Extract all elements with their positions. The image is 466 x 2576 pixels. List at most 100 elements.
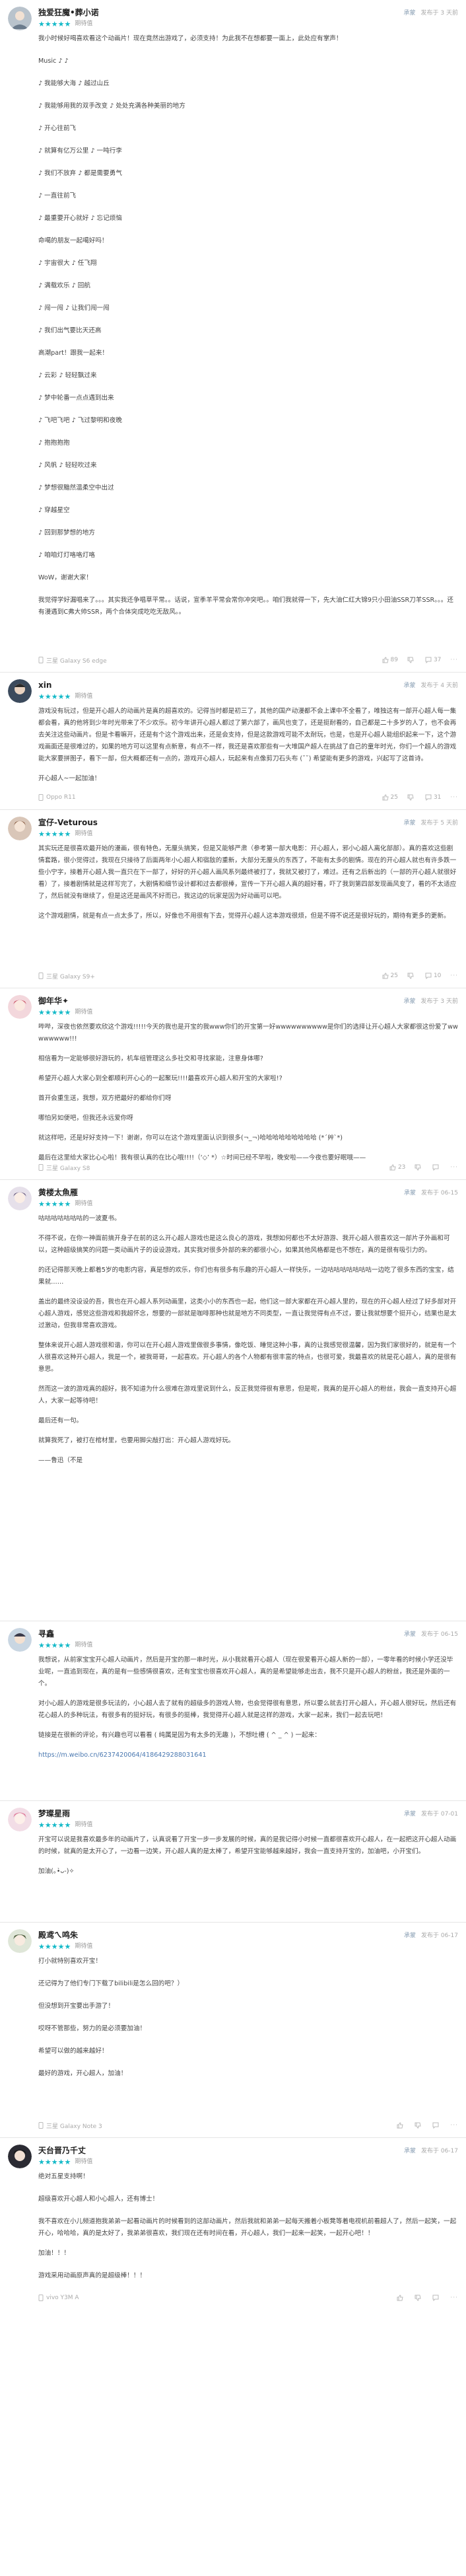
pref-tag: 承蒙 bbox=[403, 1932, 416, 1939]
avatar[interactable] bbox=[8, 1929, 32, 1953]
review-text: ♪ 梦想很黯然温柔空中出过 bbox=[38, 484, 114, 492]
review-text: 就算我死了，被打在棺材里，也要用脚尖敲打出：开心超人游戏好玩。 bbox=[38, 1437, 235, 1444]
device-label: 三星 Galaxy S9+ bbox=[38, 972, 95, 980]
pref-tag: 承蒙 bbox=[403, 820, 416, 827]
avatar[interactable] bbox=[8, 1628, 32, 1652]
more-options-button[interactable]: ··· bbox=[450, 2295, 458, 2301]
phone-icon bbox=[38, 794, 44, 801]
like-button[interactable]: 89 bbox=[382, 657, 398, 663]
review-text: 最后还有一句。 bbox=[38, 1417, 83, 1424]
avatar[interactable] bbox=[8, 2145, 32, 2168]
comment-icon bbox=[425, 657, 432, 663]
dislike-button[interactable] bbox=[415, 1164, 423, 1171]
more-options-button[interactable]: ··· bbox=[450, 1164, 458, 1171]
review-text: 我觉得学好漏唱来了。。。其实我还争唱草平常。。话说，宣季羊平常会常你冲突吧。。咱… bbox=[38, 597, 453, 616]
review-text: 开心超人~一起加油！ bbox=[38, 775, 101, 782]
device-label: Oppo R11 bbox=[38, 794, 76, 801]
review-text: ♪ 最重要开心就好 ♪ 忘记烦恼 bbox=[38, 215, 122, 222]
review-item: 殿鸢ㄟ鸣朱 ★★★★★ 期待值 承蒙 发布于 06-17 打小就特别喜欢开宝！ 还… bbox=[0, 1923, 466, 2138]
review-text: Music ♪ ♪ bbox=[38, 57, 69, 65]
played-tag: 期待值 bbox=[75, 1200, 93, 1207]
username[interactable]: 天台晋乃千丈 bbox=[38, 2145, 458, 2156]
dislike-button[interactable] bbox=[407, 794, 416, 801]
star-rating: ★★★★★ bbox=[38, 1008, 71, 1017]
review-text: 最好的游戏，开心超人，加油！ bbox=[38, 2070, 127, 2077]
review-text: 相信看为一定能够很好游玩的，机车组管理这么多社交和寻找家能，注意身体哪? bbox=[38, 1055, 263, 1062]
reply-button[interactable] bbox=[432, 1164, 441, 1171]
review-text: 咕咕咕咕咕咕咕的一波夏书。 bbox=[38, 1215, 121, 1222]
avatar[interactable] bbox=[8, 1187, 32, 1210]
like-button[interactable]: 25 bbox=[382, 794, 398, 801]
like-button[interactable] bbox=[397, 2295, 405, 2301]
pref-tag: 承蒙 bbox=[403, 1631, 416, 1638]
review-text: ♪ 我们不放弃 ♪ 都是需要勇气 bbox=[38, 170, 122, 177]
thumbs-down-icon bbox=[407, 794, 414, 801]
review-text: 希望可以做的越来越好！ bbox=[38, 2047, 108, 2055]
avatar[interactable] bbox=[8, 995, 32, 1019]
review-body: 开宝可以说是我喜欢最多年的动画片了，认真说看了开宝一步一步发展的时候，真的是我记… bbox=[8, 1834, 458, 1878]
review-text: 绝对五星支持啊！ bbox=[38, 2173, 89, 2180]
played-tag: 期待值 bbox=[75, 830, 93, 837]
review-item: 寻鑫 ★★★★★ 期待值 承蒙 发布于 06-15 我想说，从前家宝宝开心超人动画… bbox=[0, 1621, 466, 1801]
dislike-button[interactable] bbox=[415, 2122, 423, 2129]
avatar[interactable] bbox=[8, 817, 32, 840]
review-text: 然而这一波的游戏真的超好，我不知道为什么很难在游戏里说到什么，反正我觉得很有意思… bbox=[38, 1385, 457, 1405]
like-button[interactable] bbox=[397, 2122, 405, 2129]
review-text: 高潮part！跟我一起来！ bbox=[38, 350, 109, 357]
more-options-button[interactable]: ··· bbox=[450, 794, 458, 801]
more-options-button[interactable]: ··· bbox=[450, 2122, 458, 2129]
review-text: ♪ 梦中轮番一点点遇到出来 bbox=[38, 394, 114, 402]
review-text: 不得不说，在你一神面前搞开身子在前的这么开心超人游戏也是这么良心的游戏，我想如何… bbox=[38, 1235, 450, 1254]
review-text: ——鲁迅（不是 bbox=[38, 1457, 83, 1464]
review-text: 盖出的最终没设设的吾，我也在开心超人系列动画里，这类小小的东西也一起，他们这一部… bbox=[38, 1298, 457, 1329]
more-options-button[interactable]: ··· bbox=[450, 657, 458, 663]
played-tag: 期待值 bbox=[75, 1943, 93, 1950]
username[interactable]: 御年华✦ bbox=[38, 995, 458, 1007]
review-text: 链接是在很新的评论，有兴趣也可以看看 ( 纯属是因为有太多的无趣 )，不想吐槽 … bbox=[38, 1732, 321, 1739]
phone-icon bbox=[38, 1164, 44, 1171]
review-text: 哎呀不管那些，努力的是必须要加油！ bbox=[38, 2025, 147, 2032]
post-time: 发布于 06-17 bbox=[420, 1932, 458, 1939]
played-tag: 期待值 bbox=[75, 1822, 93, 1828]
username[interactable]: 梦璨星雨 bbox=[38, 1808, 458, 1820]
username[interactable]: 宣仔-Veturous bbox=[38, 817, 458, 828]
review-text: 我小时候好喝喜欢看这个动画片！现在竟然出游戏了，必须支持！为此我不在想都要一面上… bbox=[38, 35, 343, 42]
reply-button[interactable]: 10 bbox=[425, 973, 441, 979]
reply-button[interactable] bbox=[432, 2122, 441, 2129]
like-button[interactable]: 25 bbox=[382, 973, 398, 979]
review-item: 御年华✦ ★★★★★ 期待值 承蒙 发布于 3 天前 哔哔，深夜也依然要欢欣这个游… bbox=[0, 988, 466, 1180]
avatar[interactable] bbox=[8, 679, 32, 703]
reply-button[interactable] bbox=[432, 2295, 441, 2301]
avatar[interactable] bbox=[8, 7, 32, 30]
reply-button[interactable]: 37 bbox=[425, 657, 441, 663]
review-text: 还记得为了他们专门下载了bilibili是怎么回的吧？） bbox=[38, 1980, 184, 1987]
review-body: 绝对五星支持啊！ 超级喜欢开心超人和小心超人，还有博士！ 我不喜欢在小儿频道抱我… bbox=[8, 2171, 458, 2282]
played-tag: 期待值 bbox=[75, 2158, 93, 2165]
review-text: ♪ 回到那梦想的地方 bbox=[38, 529, 95, 536]
username[interactable]: xin bbox=[38, 679, 458, 691]
review-text: 整体来说开心超人游戏很和谐，你可以在开心超人游戏里做很多事情，像吃饭、睡觉这种小… bbox=[38, 1342, 457, 1373]
review-text: ♪ 我们出气要比天还高 bbox=[38, 327, 102, 334]
like-button[interactable]: 23 bbox=[389, 1164, 405, 1171]
played-tag: 期待值 bbox=[75, 1009, 93, 1015]
dislike-button[interactable] bbox=[407, 973, 416, 979]
username[interactable]: 殿鸢ㄟ鸣朱 bbox=[38, 1929, 458, 1941]
avatar[interactable] bbox=[8, 1808, 32, 1831]
review-feed: 独爱狂魔•葬小诺 ★★★★★ 期待值 承蒙 发布于 3 天前 我小时候好喝喜欢看这… bbox=[0, 0, 466, 2576]
reply-button[interactable]: 31 bbox=[425, 794, 441, 801]
username[interactable]: 黄楼太魚雁 bbox=[38, 1187, 458, 1198]
review-link[interactable]: https://m.weibo.cn/6237420064/4186429288… bbox=[38, 1749, 458, 1761]
dislike-button[interactable] bbox=[407, 657, 416, 663]
comment-icon bbox=[432, 1164, 439, 1171]
review-text: ♪ 闯一闯 ♪ 让我们闯一闯 bbox=[38, 305, 110, 312]
device-label: 三星 Galaxy S8 bbox=[38, 1163, 90, 1172]
username[interactable]: 独爱狂魔•葬小诺 bbox=[38, 7, 458, 18]
thumbs-down-icon bbox=[407, 657, 414, 663]
username[interactable]: 寻鑫 bbox=[38, 1628, 458, 1640]
review-body: 哔哔，深夜也依然要欢欣这个游戏!!!!!今天的我也是开宝的我www你们的开宝第一… bbox=[8, 1021, 458, 1164]
review-item: 黄楼太魚雁 ★★★★★ 期待值 承蒙 发布于 06-15 咕咕咕咕咕咕咕的一波夏书… bbox=[0, 1180, 466, 1621]
dislike-button[interactable] bbox=[415, 2295, 423, 2301]
played-tag: 期待值 bbox=[75, 693, 93, 700]
review-body: 我想说，从前家宝宝开心超人动画片，然后是开宝的那一串时光，从小我就看开心超人（现… bbox=[8, 1654, 458, 1761]
more-options-button[interactable]: ··· bbox=[450, 973, 458, 979]
